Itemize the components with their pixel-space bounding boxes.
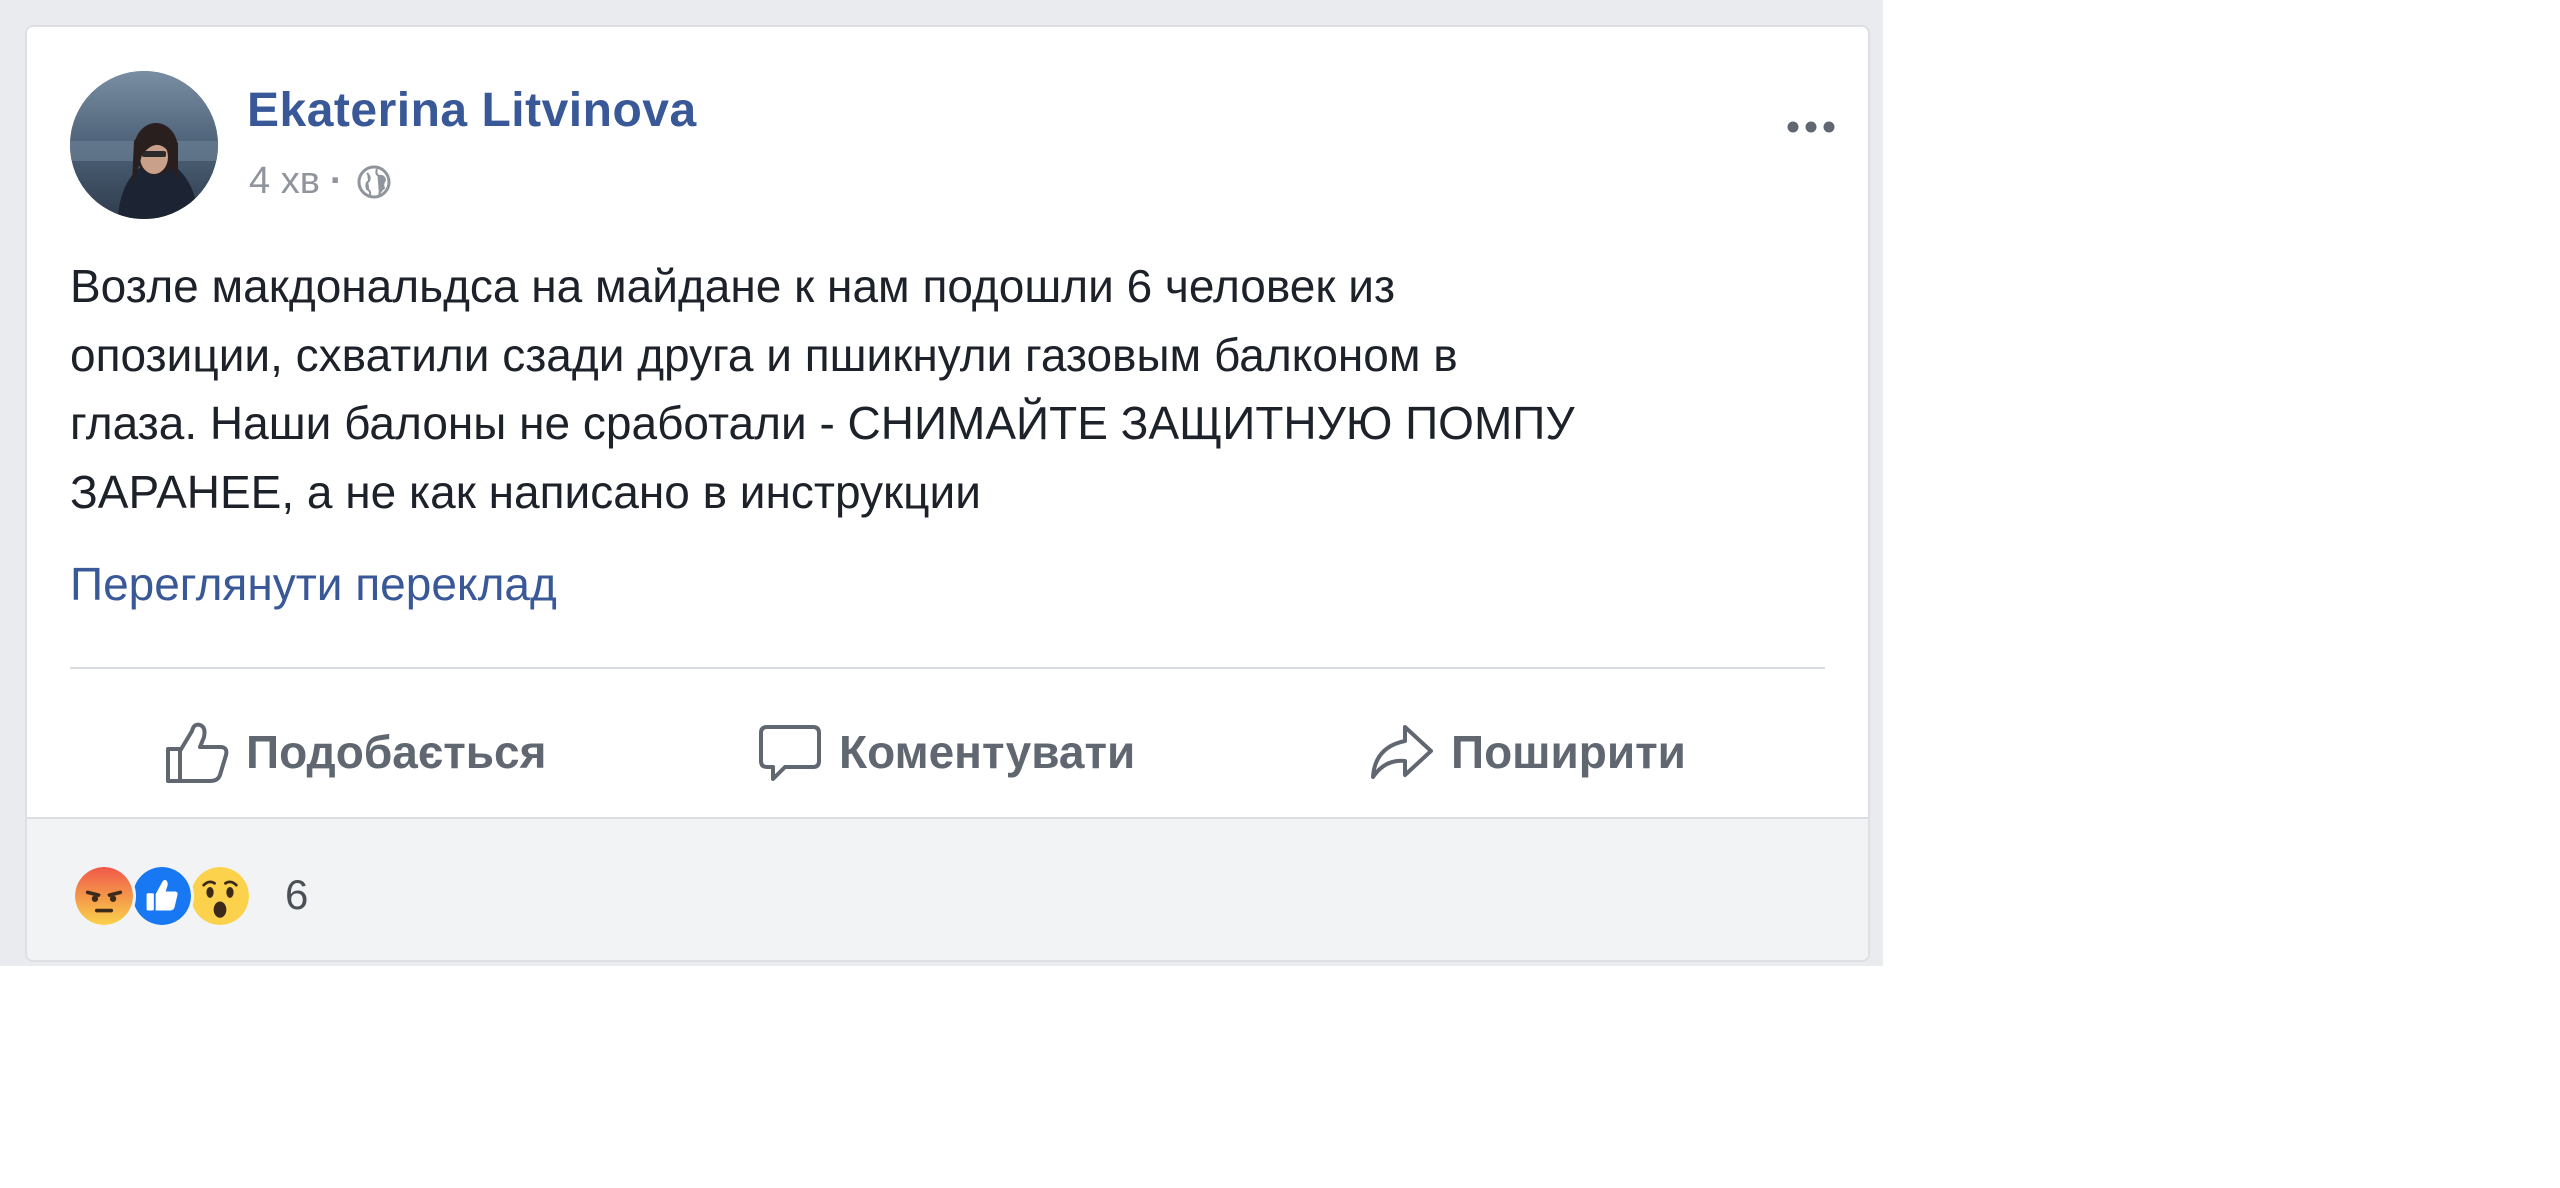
like-label: Подобається — [246, 726, 547, 778]
comment-bubble-icon — [759, 725, 821, 781]
post-text-line: Возле макдональдса на майдане к нам подо… — [70, 260, 1396, 312]
reactions-bar: 6 — [27, 817, 1868, 960]
share-button[interactable]: Поширити — [1367, 712, 1686, 792]
angry-reaction-icon[interactable] — [72, 864, 136, 928]
post-text-line: опозиции, схватили сзади друга и пшикнул… — [70, 328, 1458, 381]
share-arrow-icon — [1371, 725, 1433, 779]
wow-reaction-icon[interactable] — [188, 864, 252, 928]
author-avatar[interactable] — [70, 71, 218, 219]
comment-button[interactable]: Коментувати — [755, 712, 1135, 792]
like-button[interactable]: Подобається — [162, 712, 546, 792]
post-text-line: ЗАРАНЕЕ, а не как написано в инструкции — [70, 465, 981, 518]
post-text-line: глаза. Наши балоны не сработали - СНИМАЙ… — [70, 397, 1575, 449]
meta-separator: · — [329, 160, 343, 202]
share-label: Поширити — [1451, 726, 1686, 778]
like-reaction-icon[interactable] — [130, 864, 194, 928]
globe-icon[interactable] — [355, 163, 393, 201]
post-card: Ekaterina Litvinova 4 хв · Возле макдона… — [25, 25, 1870, 962]
actions-divider — [70, 667, 1825, 669]
post-timestamp[interactable]: 4 хв — [249, 160, 320, 203]
comment-label: Коментувати — [839, 726, 1136, 778]
post-text: Возле макдональдса на майдане к нам подо… — [70, 252, 1850, 526]
avatar-photo — [70, 71, 218, 219]
author-name[interactable]: Ekaterina Litvinova — [247, 83, 697, 138]
post-meta: 4 хв · — [249, 160, 393, 203]
thumbs-up-icon — [166, 722, 229, 783]
page: Ekaterina Litvinova 4 хв · Возле макдона… — [0, 0, 2560, 1188]
reaction-count[interactable]: 6 — [285, 871, 308, 919]
more-options-icon[interactable] — [1779, 107, 1843, 147]
see-translation-link[interactable]: Переглянути переклад — [70, 557, 557, 611]
reaction-icons[interactable] — [72, 864, 272, 928]
